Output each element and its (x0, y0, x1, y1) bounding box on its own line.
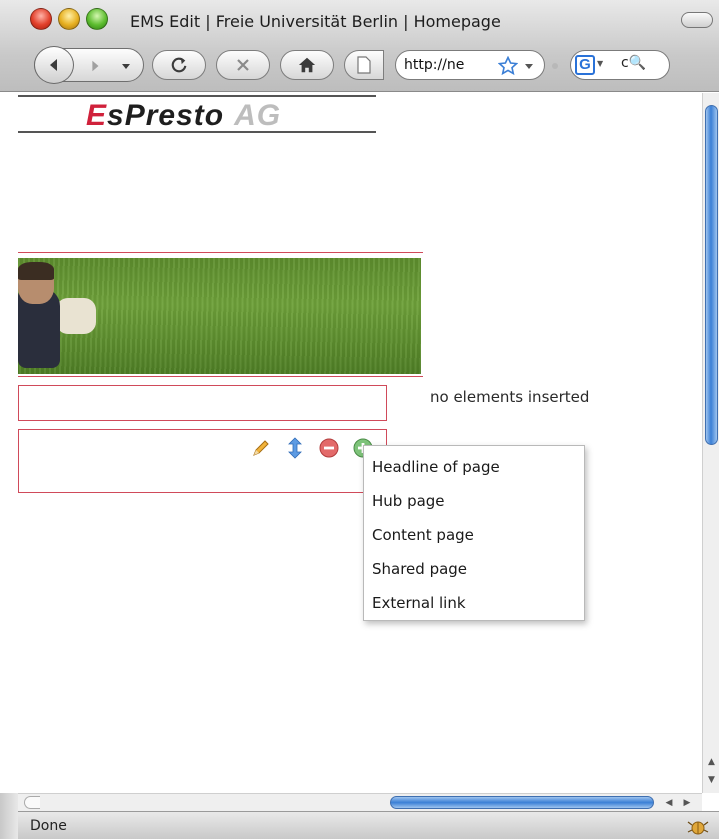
vertical-scrollbar[interactable]: ▲ ▼ (702, 93, 719, 793)
menu-item-hub-page[interactable]: Hub page (364, 484, 584, 518)
page-icon (357, 56, 371, 74)
minimize-window-button[interactable] (58, 8, 80, 30)
forward-arrow-icon (92, 60, 99, 72)
logo-rule-top (18, 95, 376, 97)
vertical-scroll-arrows: ▲ ▼ (704, 753, 719, 789)
toolbar-toggle-button[interactable] (681, 12, 713, 28)
scroll-right-arrow-icon[interactable]: ▶ (684, 798, 691, 808)
menu-item-content-page[interactable]: Content page (364, 518, 584, 552)
vertical-scroll-thumb[interactable] (705, 105, 718, 445)
chevron-down-icon[interactable]: ▼ (597, 59, 603, 68)
search-field[interactable]: G ▼ c🔍 (570, 50, 670, 80)
firebug-icon[interactable] (687, 816, 709, 836)
person-legs (56, 298, 96, 334)
home-icon (298, 57, 316, 73)
logo-text: sPresto (107, 99, 225, 132)
search-engine-icon[interactable]: G (575, 55, 595, 75)
status-text: Done (30, 818, 67, 834)
menu-item-shared-page[interactable]: Shared page (364, 552, 584, 586)
search-magnifier-icon[interactable]: c🔍 (621, 55, 646, 71)
browser-window: EMS Edit | Freie Universität Berlin | Ho… (0, 0, 719, 839)
menu-item-headline-of-page[interactable]: Headline of page (364, 450, 584, 484)
chevron-down-icon[interactable] (524, 61, 534, 71)
status-bar: Done (18, 811, 719, 839)
pencil-icon[interactable] (250, 437, 272, 459)
zoom-window-button[interactable] (86, 8, 108, 30)
logo-rule-bottom (18, 131, 376, 133)
back-arrow-icon (50, 59, 57, 71)
slot-action-icons (250, 437, 374, 459)
scroll-left-arrow-icon[interactable]: ◀ (666, 798, 673, 808)
horizontal-scroll-track-start (24, 796, 40, 809)
page-content: EsPresto AG no elements inserted Headlin… (0, 93, 702, 793)
banner-border-top (18, 252, 423, 253)
window-title: EMS Edit | Freie Universität Berlin | Ho… (130, 12, 501, 31)
close-window-button[interactable] (30, 8, 52, 30)
url-actions (498, 56, 542, 76)
history-dropdown-button[interactable] (116, 54, 136, 78)
reload-icon (171, 57, 187, 73)
page-info-button[interactable] (344, 50, 384, 80)
reload-button[interactable] (152, 50, 206, 80)
espresto-logo: EsPresto AG (86, 99, 281, 133)
bookmark-star-icon[interactable] (498, 56, 518, 76)
stop-x-icon (237, 59, 249, 71)
up-down-arrow-icon[interactable] (284, 437, 306, 459)
minus-circle-icon[interactable] (318, 437, 340, 459)
header-banner-image (18, 258, 421, 374)
back-button[interactable] (34, 46, 74, 84)
logo-e: E (86, 99, 108, 132)
chevron-down-icon (122, 64, 130, 69)
horizontal-scroll-arrows: ◀ ▶ (660, 795, 696, 810)
horizontal-scroll-thumb[interactable] (390, 796, 654, 809)
empty-state-text: no elements inserted (430, 388, 590, 406)
insert-page-menu: Headline of page Hub page Content page S… (363, 445, 585, 621)
menu-item-external-link[interactable]: External link (364, 586, 584, 620)
url-text: http://ne (404, 57, 465, 73)
titlebar: EMS Edit | Freie Universität Berlin | Ho… (0, 0, 719, 92)
logo-ag: AG (234, 99, 282, 132)
stop-button[interactable] (216, 50, 270, 80)
forward-button[interactable] (80, 54, 110, 78)
content-slot-empty[interactable] (18, 385, 387, 421)
banner-border-bottom (18, 376, 423, 377)
toolbar-separator (552, 63, 558, 69)
home-button[interactable] (280, 50, 334, 80)
scroll-down-arrow-icon[interactable]: ▼ (704, 771, 719, 789)
scroll-up-arrow-icon[interactable]: ▲ (704, 753, 719, 771)
horizontal-scrollbar[interactable]: ◀ ▶ (18, 793, 702, 811)
person-hair (18, 262, 54, 280)
